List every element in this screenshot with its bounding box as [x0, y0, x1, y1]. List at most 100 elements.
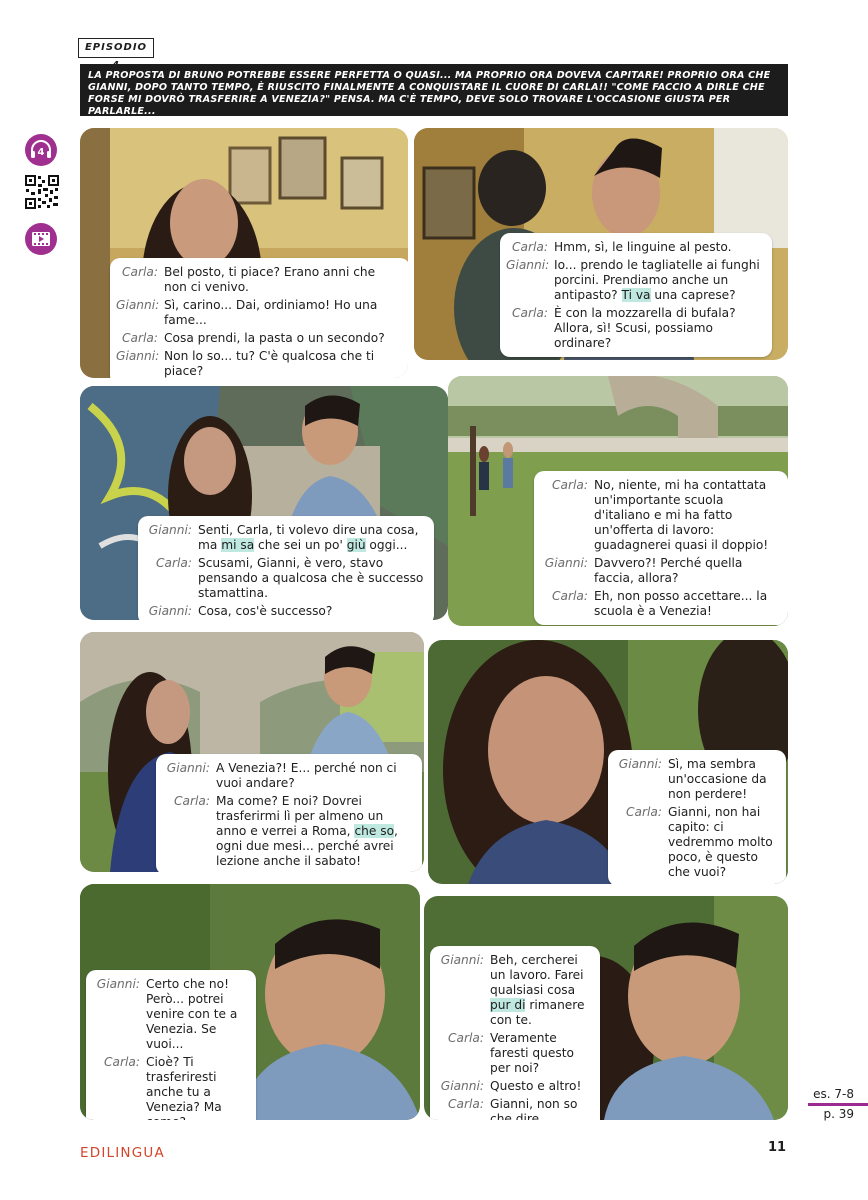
exercise-ref-divider: [808, 1103, 868, 1106]
dialogue-line: Gianni: A Venezia?! E... perché non ci vu…: [162, 761, 413, 791]
page-number: 11: [768, 1140, 787, 1155]
speaker-name: Gianni:: [440, 953, 484, 967]
exercise-ref-page: p. 39: [823, 1107, 854, 1121]
dialogue-text: Davvero?! Perché quella faccia, allora?: [594, 556, 743, 585]
speaker-name: Gianni:: [148, 523, 192, 537]
dialogue-line: Gianni: Io... prendo le tagliatelle ai fu…: [506, 258, 763, 303]
comic-panel-4: Carla: No, niente, mi ha contattata un'im…: [448, 376, 788, 626]
dialogue-line: Gianni: Beh, cercherei un lavoro. Farei q…: [436, 953, 591, 1028]
dialogue-text: Gianni, non hai capito: ci vedremmo molt…: [668, 805, 773, 879]
speaker-name: Gianni:: [148, 604, 192, 618]
dialogue-line: Carla: Bel posto, ti piace? Erano anni ch…: [116, 265, 401, 295]
dialogue-line: Gianni: Non lo so... tu? C'è qualcosa che…: [116, 349, 401, 378]
audio-track-number: 4: [38, 147, 45, 158]
dialogue-text: Sì, carino... Dai, ordiniamo! Ho una fam…: [164, 298, 378, 327]
highlighted-expression: pur di: [490, 998, 526, 1012]
highlighted-expression: giù: [346, 538, 366, 552]
speaker-name: Gianni:: [116, 298, 160, 312]
dialogue-text: A Venezia?! E... perché non ci vuoi anda…: [216, 761, 397, 790]
dialogue-line: Carla: Gianni, non so che dire...: [436, 1097, 591, 1120]
publisher-logo: EDILINGUA: [80, 1145, 165, 1161]
dialogue-text: Bel posto, ti piace? Erano anni che non …: [164, 265, 376, 294]
dialogue-line: Gianni: Cosa, cos'è successo?: [144, 604, 425, 619]
dialogue-line: Gianni: Certo che no! Però... potrei veni…: [92, 977, 247, 1052]
speaker-name: Carla:: [448, 1031, 484, 1045]
dialogue-text: Senti, Carla, ti volevo dire una cosa, m…: [198, 523, 419, 552]
speaker-name: Carla:: [626, 805, 662, 819]
dialogue-text: Hmm, sì, le linguine al pesto.: [554, 240, 732, 254]
comic-panel-2: Carla: Hmm, sì, le linguine al pesto. Gia…: [414, 128, 788, 360]
dialogue-line: Gianni: Sì, ma sembra un'occasione da non…: [614, 757, 777, 802]
dialogue-text: Cosa, cos'è successo?: [198, 604, 333, 618]
speaker-name: Carla:: [448, 1097, 484, 1111]
speech-bubble: Carla: Hmm, sì, le linguine al pesto. Gia…: [500, 233, 772, 357]
dialogue-text: Veramente faresti questo per noi?: [490, 1031, 574, 1075]
headphones-icon[interactable]: 4: [24, 133, 58, 167]
video-icon[interactable]: [24, 222, 58, 256]
speaker-name: Carla:: [122, 331, 158, 345]
dialogue-text: Certo che no! Però... potrei venire con …: [146, 977, 238, 1051]
dialogue-text: Questo e altro!: [490, 1079, 582, 1093]
dialogue-text: Non lo so... tu? C'è qualcosa che ti pia…: [164, 349, 375, 378]
speaker-name: Carla:: [512, 306, 548, 320]
episode-label: EPISODIO 4: [78, 38, 154, 71]
dialogue-line: Carla: Veramente faresti questo per noi?: [436, 1031, 591, 1076]
dialogue-line: Gianni: Senti, Carla, ti volevo dire una …: [144, 523, 425, 553]
dialogue-line: Carla: Ma come? E noi? Dovrei trasferirmi…: [162, 794, 413, 869]
highlighted-expression: che so: [354, 824, 395, 838]
speaker-name: Gianni:: [544, 556, 588, 570]
dialogue-text: Cioè? Ti trasferiresti anche tu a Venezi…: [146, 1055, 222, 1120]
dialogue-line: Gianni: Sì, carino... Dai, ordiniamo! Ho …: [116, 298, 401, 328]
exercise-reference[interactable]: es. 7-8 p. 39: [808, 1087, 868, 1122]
speaker-name: Carla:: [174, 794, 210, 808]
speaker-name: Carla:: [512, 240, 548, 254]
dialogue-line: Carla: Eh, non posso accettare... la scuo…: [540, 589, 779, 619]
comic-panel-8: Gianni: Beh, cercherei un lavoro. Farei q…: [424, 896, 788, 1120]
dialogue-line: Carla: È con la mozzarella di bufala? All…: [506, 306, 763, 351]
episode-intro-text: LA PROPOSTA DI BRUNO POTREBBE ESSERE PER…: [80, 64, 788, 117]
exercise-ref-label: es. 7-8: [813, 1087, 854, 1101]
dialogue-line: Carla: No, niente, mi ha contattata un'im…: [540, 478, 779, 553]
dialogue-line: Gianni: Questo e altro!: [436, 1079, 591, 1094]
speech-bubble: Gianni: Beh, cercherei un lavoro. Farei q…: [430, 946, 600, 1120]
speaker-name: Gianni:: [166, 761, 210, 775]
speaker-name: Gianni:: [506, 258, 550, 272]
comic-panel-3: Gianni: Senti, Carla, ti volevo dire una …: [80, 386, 448, 620]
speaker-name: Carla:: [104, 1055, 140, 1069]
comic-panel-7: Gianni: Certo che no! Però... potrei veni…: [80, 884, 420, 1120]
speech-bubble: Gianni: Senti, Carla, ti volevo dire una …: [138, 516, 434, 620]
speaker-name: Carla:: [552, 589, 588, 603]
speaker-name: Carla:: [552, 478, 588, 492]
highlighted-expression: mi sa: [221, 538, 255, 552]
dialogue-line: Carla: Scusami, Gianni, è vero, stavo pen…: [144, 556, 425, 601]
dialogue-text: Ma come? E noi? Dovrei trasferirmi lì pe…: [216, 794, 398, 868]
speaker-name: Gianni:: [440, 1079, 484, 1093]
speaker-name: Gianni:: [116, 349, 160, 363]
dialogue-text: No, niente, mi ha contattata un'importan…: [594, 478, 769, 552]
dialogue-text: Io... prendo le tagliatelle ai funghi po…: [554, 258, 760, 302]
qr-code-icon[interactable]: [24, 174, 60, 210]
speaker-name: Carla:: [156, 556, 192, 570]
dialogue-text: Beh, cercherei un lavoro. Farei qualsias…: [490, 953, 585, 1027]
speech-bubble: Carla: No, niente, mi ha contattata un'im…: [534, 471, 788, 625]
speaker-name: Carla:: [122, 265, 158, 279]
comic-panel-5: Gianni: A Venezia?! E... perché non ci vu…: [80, 632, 424, 872]
dialogue-text: Gianni, non so che dire...: [490, 1097, 578, 1120]
comic-panel-6: Gianni: Sì, ma sembra un'occasione da non…: [428, 640, 788, 884]
speech-bubble: Gianni: A Venezia?! E... perché non ci vu…: [156, 754, 422, 872]
dialogue-text: Cosa prendi, la pasta o un secondo?: [164, 331, 385, 345]
dialogue-line: Carla: Cosa prendi, la pasta o un secondo…: [116, 331, 401, 346]
comic-panel-1: Carla: Bel posto, ti piace? Erano anni ch…: [80, 128, 408, 378]
dialogue-line: Carla: Gianni, non hai capito: ci vedremm…: [614, 805, 777, 880]
dialogue-text: Scusami, Gianni, è vero, stavo pensando …: [198, 556, 424, 600]
speech-bubble: Gianni: Sì, ma sembra un'occasione da non…: [608, 750, 786, 884]
dialogue-line: Carla: Hmm, sì, le linguine al pesto.: [506, 240, 763, 255]
speaker-name: Gianni:: [618, 757, 662, 771]
speech-bubble: Gianni: Certo che no! Però... potrei veni…: [86, 970, 256, 1120]
speech-bubble: Carla: Bel posto, ti piace? Erano anni ch…: [110, 258, 408, 378]
dialogue-text: Eh, non posso accettare... la scuola è a…: [594, 589, 768, 618]
dialogue-text: Sì, ma sembra un'occasione da non perder…: [668, 757, 767, 801]
dialogue-line: Carla: Cioè? Ti trasferiresti anche tu a …: [92, 1055, 247, 1120]
dialogue-line: Gianni: Davvero?! Perché quella faccia, a…: [540, 556, 779, 586]
speaker-name: Gianni:: [96, 977, 140, 991]
